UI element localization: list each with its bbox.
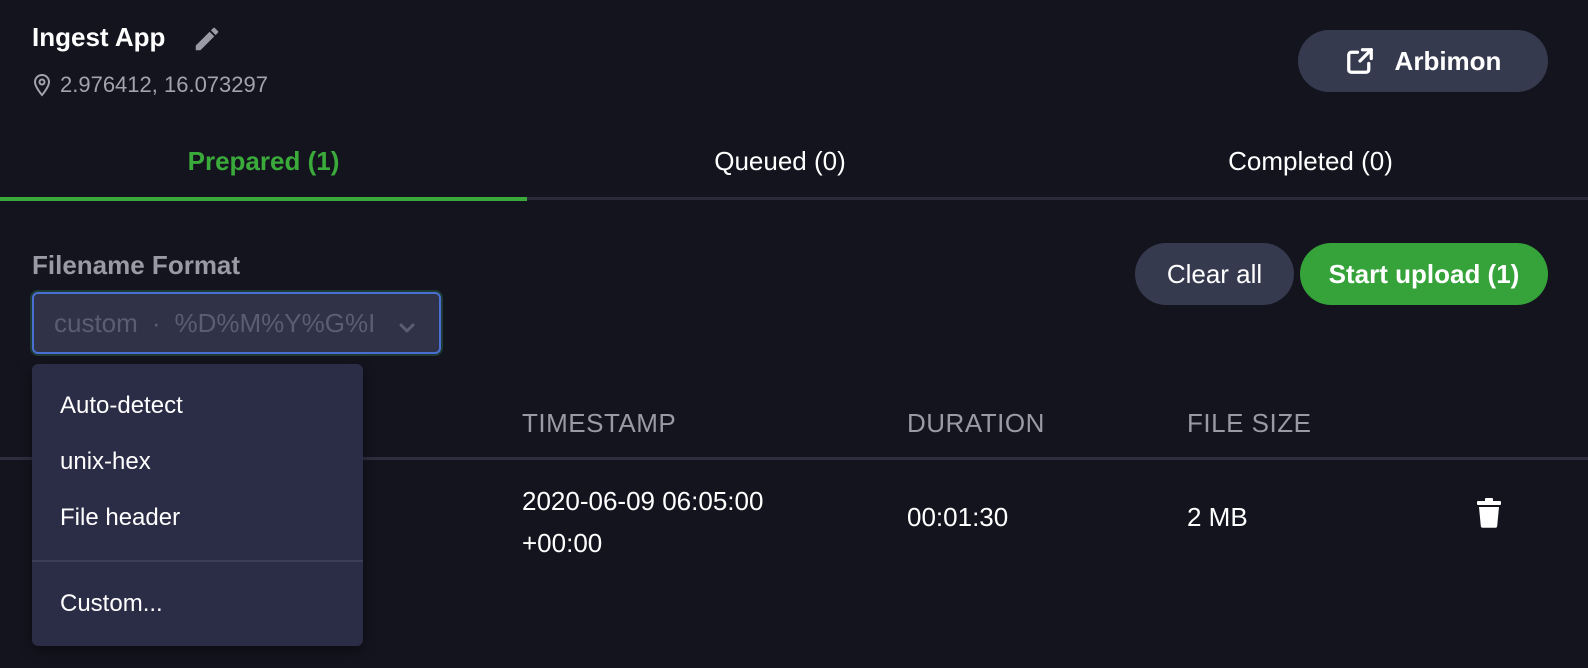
chevron-down-icon <box>397 314 417 334</box>
arbimon-label: Arbimon <box>1394 45 1502 76</box>
format-selected-name: custom <box>54 307 138 338</box>
column-header-duration: DURATION <box>907 408 1045 438</box>
filename-format-label: Filename Format <box>32 250 241 280</box>
format-selected-pattern: %D%M%Y%G%I <box>174 307 376 338</box>
filename-format-dropdown: Auto-detect unix-hex File header Custom.… <box>32 364 363 646</box>
start-upload-button[interactable]: Start upload (1) <box>1300 243 1548 305</box>
column-header-file-size: FILE SIZE <box>1187 408 1312 438</box>
tab-queued[interactable]: Queued (0) <box>527 146 1033 186</box>
menu-item-auto-detect[interactable]: Auto-detect <box>60 392 183 420</box>
filename-format-select[interactable]: custom · %D%M%Y%G%I <box>32 292 441 354</box>
row-file-size: 2 MB <box>1187 502 1248 532</box>
app-title: Ingest App <box>32 22 166 52</box>
tab-prepared[interactable]: Prepared (1) <box>0 146 527 186</box>
clear-all-button[interactable]: Clear all <box>1135 243 1294 305</box>
pencil-icon[interactable] <box>192 24 222 54</box>
location-coordinates: 2.976412, 16.073297 <box>60 72 268 97</box>
location-display: 2.976412, 16.073297 <box>32 72 268 98</box>
menu-item-file-header[interactable]: File header <box>60 504 180 532</box>
tab-completed[interactable]: Completed (0) <box>1033 146 1588 186</box>
row-timestamp: 2020-06-09 06:05:00 +00:00 <box>522 486 764 558</box>
column-header-timestamp: TIMESTAMP <box>522 408 677 438</box>
map-pin-icon <box>32 73 52 97</box>
menu-item-unix-hex[interactable]: unix-hex <box>60 448 151 476</box>
menu-divider <box>32 560 363 562</box>
trash-icon[interactable] <box>1476 498 1502 528</box>
external-link-icon <box>1345 46 1375 76</box>
row-duration: 00:01:30 <box>907 502 1009 532</box>
menu-item-custom[interactable]: Custom... <box>60 590 163 618</box>
active-tab-indicator <box>0 197 527 201</box>
format-separator: · <box>151 307 161 338</box>
arbimon-button[interactable]: Arbimon <box>1298 30 1548 92</box>
